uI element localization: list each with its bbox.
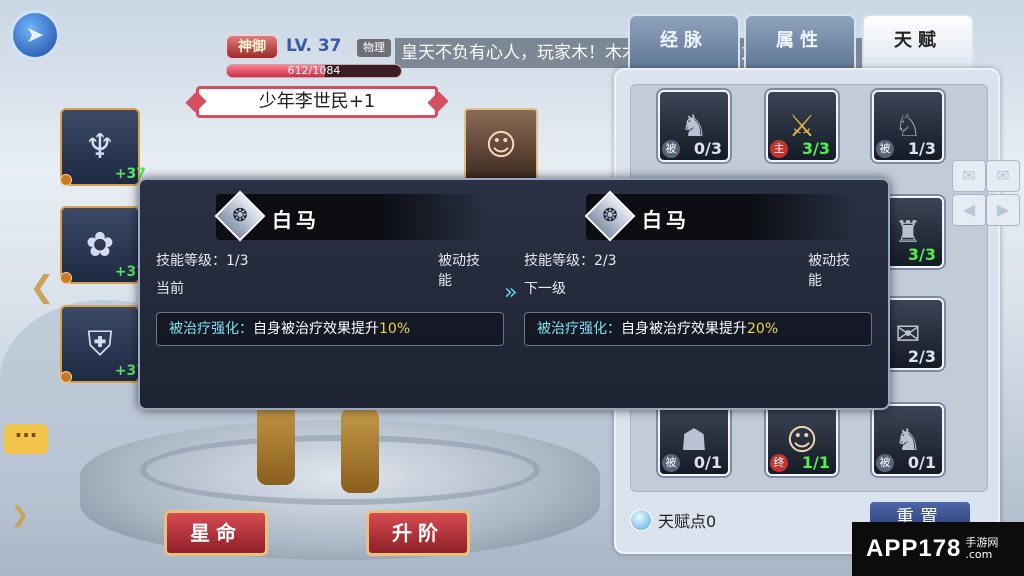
- back-arrow-icon: ➤: [25, 22, 45, 48]
- skill-effect: 被治疗强化：自身被治疗效果提升10%: [156, 312, 504, 346]
- skill-current: ❂ 白马 技能等级：1/3 被动技能 当前 被治疗强化：自身被治疗效果提升10%: [140, 180, 504, 408]
- talent-count: 2/3: [907, 347, 936, 366]
- quality-dot: [60, 371, 72, 383]
- talent-tag: 被: [662, 454, 680, 472]
- effect-text: 自身被治疗效果提升: [621, 321, 747, 337]
- hero-name-plate: 少年李世民+1: [196, 86, 438, 118]
- exp-bar: 612/1084: [226, 64, 402, 78]
- equipment-slot-2[interactable]: ✿ +37: [60, 206, 146, 284]
- side-expand-arrow-icon[interactable]: ❯: [4, 496, 36, 536]
- chat-button[interactable]: ···: [4, 424, 48, 454]
- talent-slot[interactable]: ⚔ 主 3/3: [766, 90, 838, 162]
- talent-tag: 终: [770, 454, 788, 472]
- mail-red-icon[interactable]: ✉: [986, 160, 1020, 192]
- tab-attributes[interactable]: 属性: [744, 14, 856, 70]
- tab-talent[interactable]: 天赋: [862, 14, 974, 70]
- talent-count: 1/3: [907, 139, 936, 158]
- effect-value: 20%: [747, 321, 779, 337]
- skill-name: 白马: [272, 208, 320, 232]
- quality-dot: [60, 272, 72, 284]
- equipment-slot-1[interactable]: ♆ +37: [60, 108, 146, 186]
- site-watermark: APP178 手游网 .com: [852, 522, 1024, 576]
- skill-kind: 被动技能: [438, 253, 480, 289]
- skill-stage: 当前: [156, 281, 184, 297]
- skill-level: 技能等级：1/3: [156, 253, 249, 269]
- skill-stage: 下一级: [524, 281, 566, 297]
- talent-tag: 被: [876, 140, 894, 158]
- talent-count: 1/1: [801, 453, 830, 472]
- arrow-left-icon[interactable]: ◀: [952, 194, 986, 226]
- talent-slot[interactable]: ♞ 被 0/1: [872, 404, 944, 476]
- talent-count: 0/3: [693, 139, 722, 158]
- watermark-suffix: 手游网 .com: [965, 537, 998, 561]
- arrow-right-icon[interactable]: ▶: [986, 194, 1020, 226]
- equipment-slot-3[interactable]: ⛨ +37: [60, 305, 146, 383]
- back-button[interactable]: ➤: [10, 10, 60, 60]
- talent-tag: 被: [876, 454, 894, 472]
- talent-tag: 被: [662, 140, 680, 158]
- watermark-small-2: .com: [965, 548, 993, 561]
- skill-tooltip[interactable]: ❂ 白马 技能等级：1/3 被动技能 当前 被治疗强化：自身被治疗效果提升10%…: [138, 178, 890, 410]
- quality-dot: [60, 174, 72, 186]
- talent-slot[interactable]: ☺ 终 1/1: [766, 404, 838, 476]
- rank-badge: 神御: [226, 35, 278, 59]
- talent-count: 0/1: [907, 453, 936, 472]
- talent-slot[interactable]: ♞ 被 0/3: [658, 90, 730, 162]
- exp-text: 612/1084: [287, 64, 341, 77]
- talent-count: 0/1: [693, 453, 722, 472]
- talent-slot[interactable]: ♘ 被 1/3: [872, 90, 944, 162]
- effect-value: 10%: [379, 321, 411, 337]
- talent-slot[interactable]: ☗ 被 0/1: [658, 404, 730, 476]
- watermark-logo: APP178: [866, 535, 962, 562]
- talent-count: 3/3: [801, 139, 830, 158]
- shield-orb-icon: ✿: [85, 225, 115, 265]
- effect-text: 自身被治疗效果提升: [253, 321, 379, 337]
- talent-points: 天赋点0: [630, 508, 716, 532]
- hero-portrait[interactable]: ☺: [464, 108, 538, 182]
- skill-name: 白马: [642, 208, 690, 232]
- skill-kind: 被动技能: [808, 253, 850, 289]
- skill-effect: 被治疗强化：自身被治疗效果提升20%: [524, 312, 872, 346]
- star-destiny-button[interactable]: 星命: [164, 510, 268, 556]
- talent-points-label: 天赋点0: [658, 512, 717, 531]
- talent-tag: 主: [770, 140, 788, 158]
- tab-meridian[interactable]: 经脉: [628, 14, 740, 70]
- skill-level: 技能等级：2/3: [524, 253, 617, 269]
- hero-portrait-icon: ☺: [485, 127, 517, 163]
- talent-gem-icon: [630, 509, 652, 531]
- hero-level: LV. 37: [286, 36, 342, 56]
- effect-label: 被治疗强化：: [169, 321, 253, 337]
- prev-hero-arrow-icon[interactable]: ❮: [26, 268, 58, 308]
- skill-next: ❂ 白马 技能等级：2/3 被动技能 下一级 被治疗强化：自身被治疗效果提升20…: [510, 180, 872, 408]
- effect-label: 被治疗强化：: [537, 321, 621, 337]
- chat-bubble-icon: ···: [14, 423, 38, 447]
- white-horse-skill-icon: ❂: [232, 205, 248, 226]
- mail-icon[interactable]: ✉: [952, 160, 986, 192]
- winged-armor-icon: ⛨: [87, 324, 113, 364]
- trident-icon: ♆: [84, 127, 116, 167]
- hero-model[interactable]: [255, 400, 385, 495]
- talent-count: 3/3: [907, 245, 936, 264]
- attack-type-badge: 物理: [356, 38, 392, 58]
- advance-button[interactable]: 升阶: [366, 510, 470, 556]
- white-horse-skill-icon: ❂: [602, 205, 618, 226]
